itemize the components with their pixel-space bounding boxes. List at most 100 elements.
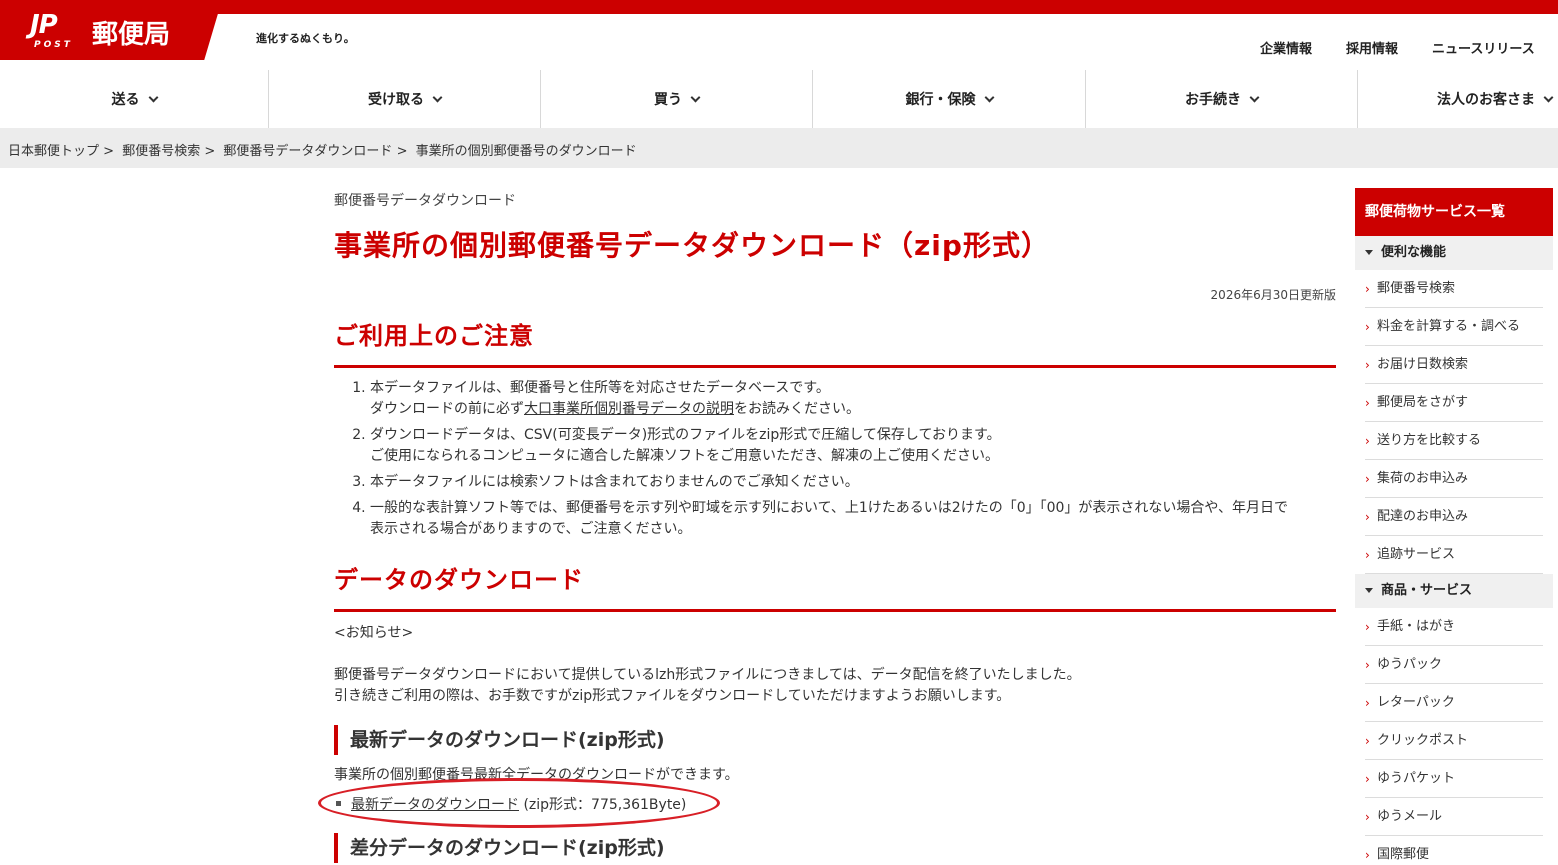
breadcrumb-item-download[interactable]: 郵便番号データダウンロード [223,144,392,159]
global-nav: 送る 受け取る 買う 銀行・保険 お手続き 法人のお客さま [0,70,1558,128]
note-text: ダウンロードの前に必ず [370,401,524,417]
download-heading: データのダウンロード [334,560,1336,612]
breadcrumb-separator: > [103,144,115,159]
sidebar-item-yu-packet[interactable]: › ゆうパケット [1365,760,1543,798]
nav-receive[interactable]: 受け取る [269,70,541,128]
sidebar-item-find-office[interactable]: › 郵便局をさがす [1365,384,1543,422]
sidebar-item-label: 集荷のお申込み [1377,471,1469,486]
breadcrumb: 日本郵便トップ > 郵便番号検索 > 郵便番号データダウンロード > 事業所の個… [0,128,1558,168]
sidebar-item-label: 国際郵便 [1377,847,1430,862]
sidebar-item-fee-calc[interactable]: › 料金を計算する・調べる [1365,308,1543,346]
sidebar-item-international[interactable]: › 国際郵便 [1365,836,1543,865]
sidebar-section-features[interactable]: 便利な機能 [1355,236,1553,270]
chevron-right-icon: › [1365,696,1370,710]
latest-data-heading: 最新データのダウンロード(zip形式) [334,725,665,755]
nav-procedures[interactable]: お手続き [1086,70,1358,128]
chevron-down-icon [148,92,158,102]
sidebar-item-yu-mail[interactable]: › ゆうメール [1365,798,1543,836]
tagline: 進化するぬくもり。 [256,32,355,45]
nav-label: 銀行・保険 [905,92,976,108]
sidebar-item-label: 郵便局をさがす [1377,395,1469,410]
sidebar-item-letter-pack[interactable]: › レターパック [1365,684,1543,722]
note-text: をお読みください。 [734,401,860,417]
chevron-right-icon: › [1365,510,1370,524]
chevron-right-icon: › [1365,620,1370,634]
logo[interactable]: JP POST 郵便局 [0,0,222,60]
sidebar-item-compare[interactable]: › 送り方を比較する [1365,422,1543,460]
sidebar-item-postal-code-search[interactable]: › 郵便番号検索 [1365,270,1543,308]
notice-label: <お知らせ> [334,625,414,641]
note-text: 一般的な表計算ソフト等では、郵便番号を示す列や町域を示す列において、上1けたある… [370,500,1288,516]
nav-label: お手続き [1185,92,1241,108]
list-item: 一般的な表計算ソフト等では、郵便番号を示す列や町域を示す列において、上1けたある… [370,498,1336,540]
chevron-right-icon: › [1365,772,1370,786]
chevron-right-icon: › [1365,472,1370,486]
chevron-right-icon: › [1365,434,1370,448]
breadcrumb-item-current: 事業所の個別郵便番号のダウンロード [415,144,637,159]
utility-link-news[interactable]: ニュースリリース [1432,38,1535,57]
nav-buy[interactable]: 買う [541,70,813,128]
sidebar-item-label: 送り方を比較する [1377,433,1482,448]
section-label: 便利な機能 [1381,245,1447,260]
nav-corporate-customers[interactable]: 法人のお客さま [1358,70,1558,128]
category-label: 郵便番号データダウンロード [334,193,516,209]
breadcrumb-item-top[interactable]: 日本郵便トップ [8,144,99,159]
breadcrumb-separator: > [204,144,216,159]
chevron-right-icon: › [1365,320,1370,334]
sidebar-item-yu-pack[interactable]: › ゆうパック [1365,646,1543,684]
nav-send[interactable]: 送る [0,70,269,128]
sidebar-item-delivery-request[interactable]: › 配達のお申込み [1365,498,1543,536]
chevron-right-icon: › [1365,282,1370,296]
sidebar-item-label: 手紙・はがき [1377,619,1456,634]
notes-list: 本データファイルは、郵便番号と住所等を対応させたデータベースです。 ダウンロード… [352,378,1336,545]
logo-name: 郵便局 [92,20,171,50]
jp-logo-mark: JP [30,10,58,40]
utility-link-recruit[interactable]: 採用情報 [1346,38,1398,57]
list-item: 本データファイルは、郵便番号と住所等を対応させたデータベースです。 ダウンロード… [370,378,1336,420]
chevron-down-icon [984,92,994,102]
nav-label: 受け取る [368,92,424,108]
nav-label: 法人のお客さま [1437,92,1535,108]
sidebar-item-tracking[interactable]: › 追跡サービス [1365,536,1543,574]
sidebar-item-pickup[interactable]: › 集荷のお申込み [1365,460,1543,498]
chevron-right-icon: › [1365,396,1370,410]
chevron-right-icon: › [1365,810,1370,824]
updated-date: 2026年6月30日更新版 [1210,288,1336,302]
sidebar-item-label: 料金を計算する・調べる [1377,319,1521,334]
list-item: ダウンロードデータは、CSV(可変長データ)形式のファイルをzip形式で圧縮して… [370,425,1336,467]
sidebar-item-label: レターパック [1377,695,1455,710]
caret-down-icon [1365,588,1373,593]
sidebar-item-label: ゆうパケット [1377,771,1456,786]
highlight-ellipse-annotation [318,778,720,828]
section-label: 商品・サービス [1381,583,1473,598]
diff-data-heading: 差分データのダウンロード(zip形式) [334,833,665,863]
chevron-right-icon: › [1365,358,1370,372]
sidebar-item-label: 配達のお申込み [1377,509,1469,524]
sidebar-item-label: クリックポスト [1377,733,1469,748]
nav-bank-insurance[interactable]: 銀行・保険 [813,70,1086,128]
description-link[interactable]: 大口事業所個別番号データの説明 [524,401,734,417]
chevron-down-icon [1543,92,1554,102]
sidebar-item-letters[interactable]: › 手紙・はがき [1365,608,1543,646]
caret-down-icon [1365,250,1373,255]
post-logo-text: POST [34,40,73,50]
note-text: 表示される場合がありますので、ご注意ください。 [370,521,692,537]
sidebar-item-label: ゆうパック [1377,657,1443,672]
utility-link-corporate[interactable]: 企業情報 [1260,38,1312,57]
note-text: ダウンロードデータは、CSV(可変長データ)形式のファイルをzip形式で圧縮して… [370,427,1001,443]
sidebar-section-products[interactable]: 商品・サービス [1355,574,1553,608]
page-title: 事業所の個別郵便番号データダウンロード（zip形式） [334,229,1050,262]
main-content: 郵便番号データダウンロード 事業所の個別郵便番号データダウンロード（zip形式）… [334,190,1336,863]
chevron-right-icon: › [1365,548,1370,562]
breadcrumb-item-search[interactable]: 郵便番号検索 [122,144,200,159]
sidebar-item-click-post[interactable]: › クリックポスト [1365,722,1543,760]
top-red-bar [0,0,1558,14]
chevron-down-icon [690,92,701,102]
sidebar-item-label: ゆうメール [1377,809,1443,824]
chevron-right-icon: › [1365,848,1370,862]
sidebar-item-delivery-days[interactable]: › お届け日数検索 [1365,346,1543,384]
note-text: 本データファイルには検索ソフトは含まれておりませんのでご承知ください。 [370,474,859,490]
sidebar-item-label: 郵便番号検索 [1377,281,1456,296]
note-text: ご使用になられるコンピュータに適合した解凍ソフトをご用意いただき、解凍の上ご使用… [370,448,1000,464]
sidebar: 郵便荷物サービス一覧 便利な機能 › 郵便番号検索 › 料金を計算する・調べる › お… [1355,188,1553,865]
